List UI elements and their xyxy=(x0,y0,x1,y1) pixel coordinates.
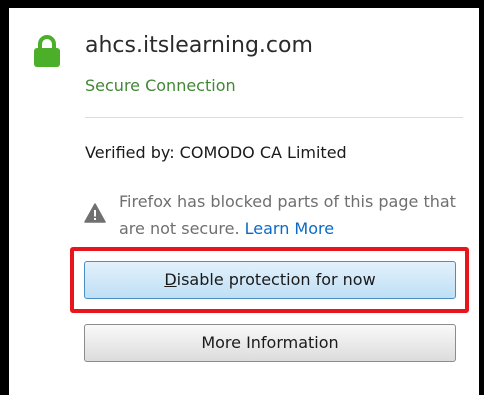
screenshot-border-right xyxy=(479,0,484,395)
mixed-content-warning: Firefox has blocked parts of this page t… xyxy=(119,188,464,242)
disable-protection-label: isable protection for now xyxy=(176,270,376,289)
warning-triangle-icon xyxy=(84,203,106,223)
divider xyxy=(85,117,463,118)
site-host-name: ahcs.itslearning.com xyxy=(85,33,313,58)
more-information-button[interactable]: More Information xyxy=(84,324,456,362)
disable-protection-button[interactable]: Disable protection for now xyxy=(84,261,456,299)
accesskey-letter: D xyxy=(164,270,177,289)
connection-status: Secure Connection xyxy=(85,76,236,95)
verified-by-text: Verified by: COMODO CA Limited xyxy=(85,143,347,162)
screenshot-border-left xyxy=(0,0,9,395)
lock-icon xyxy=(34,35,60,67)
screenshot-border-top xyxy=(0,0,484,8)
learn-more-link[interactable]: Learn More xyxy=(245,219,334,238)
